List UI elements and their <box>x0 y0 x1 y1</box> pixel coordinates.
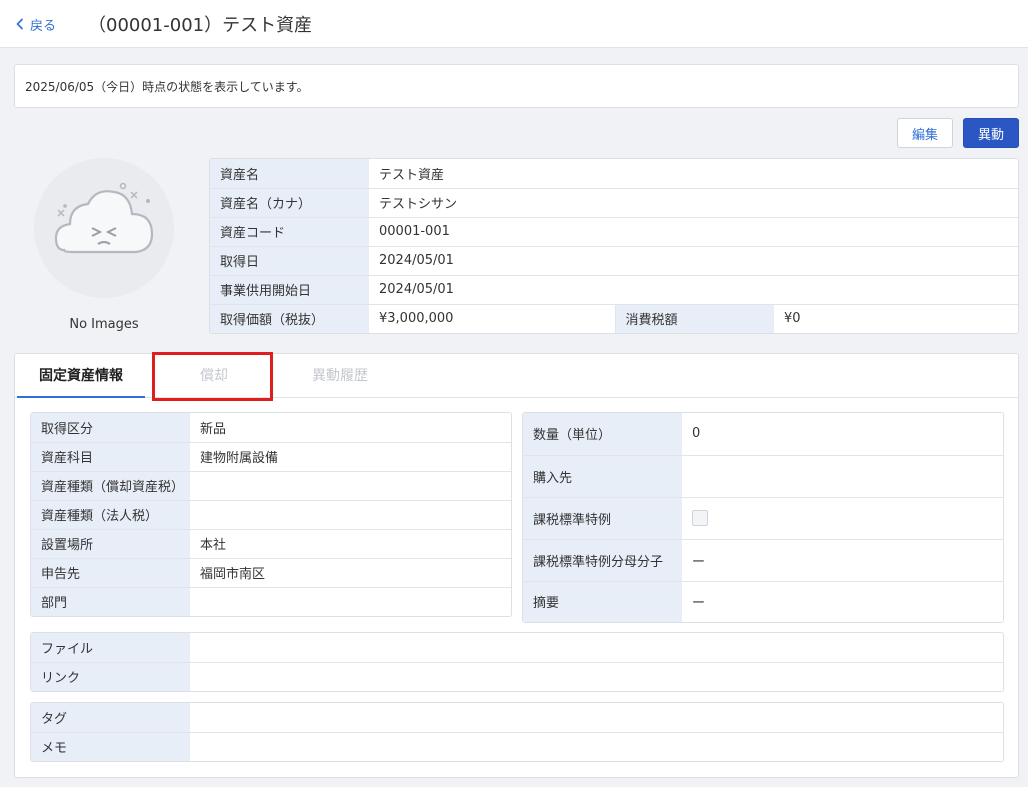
tab-fixed-asset-info[interactable]: 固定資産情報 <box>17 354 145 398</box>
start-date-label: 事業供用開始日 <box>210 275 369 305</box>
asset-code-value: 00001-001 <box>369 217 1018 247</box>
table-row: タグ <box>31 703 1003 733</box>
asset-kana-value: テストシサン <box>369 188 1018 218</box>
detail-value: 建物附属設備 <box>190 442 511 472</box>
price-label: 取得価額（税抜） <box>210 304 369 333</box>
page-title: （00001-001）テスト資産 <box>88 15 313 36</box>
status-notice: 2025/06/05（今日）時点の状態を表示しています。 <box>14 64 1019 108</box>
table-row: 部門 <box>31 587 511 616</box>
start-date-value: 2024/05/01 <box>369 275 1018 305</box>
detail-label: 申告先 <box>31 558 190 588</box>
edit-button[interactable]: 編集 <box>897 118 953 148</box>
detail-label: 資産科目 <box>31 442 190 472</box>
tax-special-checkbox[interactable] <box>692 510 708 526</box>
tab-bar: 固定資産情報 償却 異動履歴 <box>15 354 1018 398</box>
back-label: 戻る <box>30 18 57 34</box>
files-table: ファイル リンク <box>30 632 1004 692</box>
table-row: メモ <box>31 732 1003 761</box>
detail-label: 購入先 <box>523 455 682 498</box>
detail-value <box>190 500 511 530</box>
table-row: 数量（単位） 0 <box>523 413 1003 456</box>
detail-label: リンク <box>31 662 190 691</box>
table-row: ファイル <box>31 633 1003 663</box>
asset-kana-label: 資産名（カナ） <box>210 188 369 218</box>
asset-code-label: 資産コード <box>210 217 369 247</box>
tax-label: 消費税額 <box>614 304 774 333</box>
detail-label: ファイル <box>31 633 190 663</box>
asset-name-label: 資産名 <box>210 159 369 189</box>
back-link[interactable]: 戻る <box>16 14 56 34</box>
detail-value <box>682 455 1003 498</box>
no-images-caption: No Images <box>69 317 139 332</box>
asset-name-value: テスト資産 <box>369 159 1018 189</box>
asset-image-placeholder <box>34 158 174 298</box>
table-row: 資産種類（償却資産税） <box>31 471 511 501</box>
detail-label: 設置場所 <box>31 529 190 559</box>
detail-label: 資産種類（法人税） <box>31 500 190 530</box>
tags-table: タグ メモ <box>30 702 1004 762</box>
table-row: 取得区分 新品 <box>31 413 511 443</box>
detail-value <box>190 662 1003 691</box>
table-row: 課税標準特例分母分子ー <box>523 539 1003 582</box>
detail-value: ー <box>682 539 1003 582</box>
detail-label: 資産種類（償却資産税） <box>31 471 190 501</box>
table-row: 資産名（カナ） テストシサン <box>210 188 1018 218</box>
table-row: リンク <box>31 662 1003 691</box>
detail-label: 課税標準特例分母分子 <box>523 539 682 582</box>
detail-value <box>190 732 1003 761</box>
acquired-date-label: 取得日 <box>210 246 369 276</box>
page-header: 戻る （00001-001）テスト資産 <box>0 0 1028 48</box>
table-row: 取得価額（税抜） ¥3,000,000 消費税額 ¥0 <box>210 304 1018 333</box>
table-row: 取得日 2024/05/01 <box>210 246 1018 276</box>
acquired-date-value: 2024/05/01 <box>369 246 1018 276</box>
detail-value: 新品 <box>190 413 511 443</box>
table-row: 事業供用開始日 2024/05/01 <box>210 275 1018 305</box>
detail-value: 本社 <box>190 529 511 559</box>
tab-depreciation[interactable]: 償却 <box>155 354 273 398</box>
detail-label: 取得区分 <box>31 413 190 443</box>
detail-value <box>190 633 1003 663</box>
no-image-cloud-icon <box>54 182 154 254</box>
detail-value <box>682 497 1003 540</box>
table-row: 資産名 テスト資産 <box>210 159 1018 189</box>
table-row: 資産科目 建物附属設備 <box>31 442 511 472</box>
table-row: 資産コード 00001-001 <box>210 217 1018 247</box>
table-row: 課税標準特例 <box>523 497 1003 540</box>
detail-value: 0 <box>682 413 1003 456</box>
detail-label: 数量（単位） <box>523 413 682 456</box>
left-details-table: 取得区分 新品 資産科目 建物附属設備 資産種類（償却資産税） 資産種類（法人税） … <box>30 412 512 617</box>
detail-value <box>190 703 1003 733</box>
chevron-left-icon <box>16 18 24 30</box>
right-details-table: 数量（単位） 0 購入先 課税標準特例 課税標準特例分母分子ー 摘要ー <box>522 412 1004 623</box>
detail-label: タグ <box>31 703 190 733</box>
detail-label: 課税標準特例 <box>523 497 682 540</box>
table-row: 申告先 福岡市南区 <box>31 558 511 588</box>
tax-value: ¥0 <box>784 311 801 327</box>
detail-value: ー <box>692 596 706 612</box>
detail-value <box>190 587 511 616</box>
asset-summary-table: 資産名 テスト資産 資産名（カナ） テストシサン 資産コード 00001-001… <box>209 158 1019 334</box>
detail-label: メモ <box>31 732 190 761</box>
detail-label: 部門 <box>31 587 190 616</box>
detail-panel: 固定資産情報 償却 異動履歴 取得区分 新品 資産科目 建物附属設備 資産種類（償却… <box>14 353 1019 778</box>
detail-label: 摘要 <box>523 581 682 622</box>
table-row: 摘要ー <box>523 581 1003 622</box>
detail-value <box>190 471 511 501</box>
table-row: 設置場所 本社 <box>31 529 511 559</box>
transfer-button[interactable]: 異動 <box>963 118 1019 148</box>
table-row: 購入先 <box>523 455 1003 498</box>
table-row: 資産種類（法人税） <box>31 500 511 530</box>
tab-transfer-history[interactable]: 異動履歴 <box>273 354 407 398</box>
price-value: ¥3,000,000 <box>379 311 454 327</box>
detail-value: 福岡市南区 <box>190 558 511 588</box>
